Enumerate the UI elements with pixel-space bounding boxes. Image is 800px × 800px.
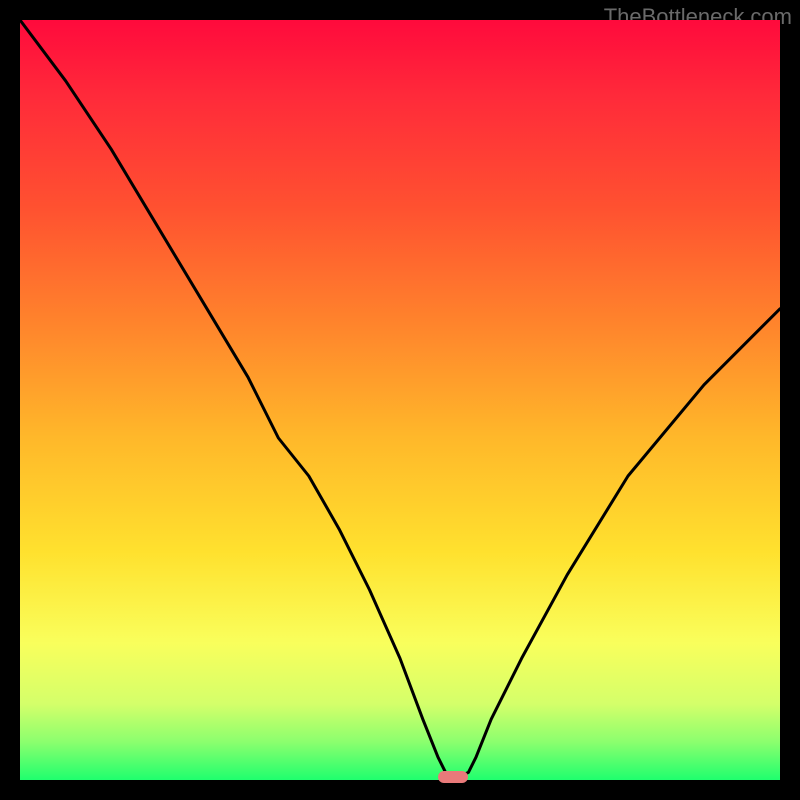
optimal-marker	[438, 771, 468, 782]
bottleneck-curve	[20, 20, 780, 780]
plot-area	[20, 20, 780, 780]
curve-path	[20, 20, 780, 776]
chart-stage: TheBottleneck.com	[0, 0, 800, 800]
